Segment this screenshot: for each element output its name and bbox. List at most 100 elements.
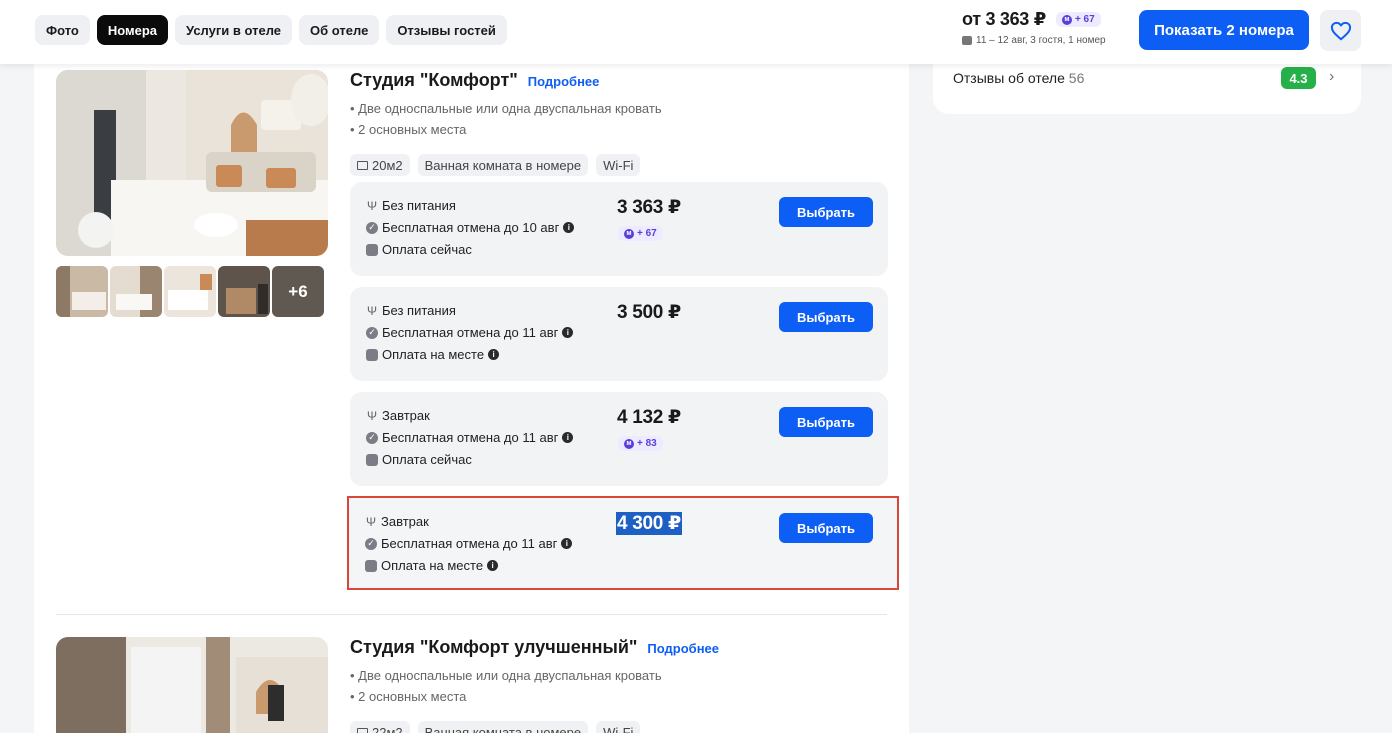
places-info: • 2 основных места xyxy=(350,122,467,137)
room-details-link[interactable]: Подробнее xyxy=(528,74,600,89)
more-photos-count: +6 xyxy=(272,266,324,317)
wallet-icon xyxy=(366,348,378,361)
bed-info: • Две односпальные или одна двуспальная … xyxy=(350,101,662,116)
thumbnail[interactable] xyxy=(110,266,162,317)
room-photo[interactable] xyxy=(56,637,328,733)
tab-about[interactable]: Об отеле xyxy=(299,15,380,45)
payment-text: Оплата сейчас xyxy=(382,242,472,257)
area-icon xyxy=(357,160,368,170)
rooms-panel: +6 Студия "Комфорт" Подробнее • Две одно… xyxy=(34,64,909,733)
meal-text: Без питания xyxy=(382,303,456,318)
tab-reviews[interactable]: Отзывы гостей xyxy=(386,15,507,45)
bonus-badge: м + 67 xyxy=(1055,12,1101,27)
fork-knife-icon: Ψ xyxy=(366,198,378,213)
cancel-text: Бесплатная отмена до 11 авг xyxy=(382,325,559,340)
from-price: от 3 363 ₽ xyxy=(962,9,1046,29)
check-circle-icon: ✓ xyxy=(366,326,378,339)
meal-info: Ψ Завтрак xyxy=(366,408,430,423)
room-photo[interactable] xyxy=(56,70,328,256)
reviews-label: Отзывы об отеле 56 xyxy=(953,70,1084,86)
wallet-icon xyxy=(366,243,378,256)
bonus-icon: м xyxy=(1061,14,1072,25)
calendar-icon xyxy=(962,36,972,45)
room-features: • Две односпальные или одна двуспальная … xyxy=(350,98,662,140)
offer-price: 4 132 ₽ xyxy=(617,407,681,428)
info-icon[interactable]: i xyxy=(487,560,499,571)
thumbnail[interactable] xyxy=(164,266,216,317)
bonus-icon: м xyxy=(624,438,634,449)
room-chips: 20м2 Ванная комната в номере Wi-Fi xyxy=(350,154,641,176)
room-name: Студия "Комфорт" xyxy=(350,70,518,90)
top-bar: Фото Номера Услуги в отеле Об отеле Отзы… xyxy=(0,0,1392,64)
select-button[interactable]: Выбрать xyxy=(779,407,873,437)
bonus-value: + 67 xyxy=(637,228,657,239)
check-circle-icon: ✓ xyxy=(366,431,378,444)
cancel-text: Бесплатная отмена до 10 авг xyxy=(382,220,560,235)
trip-dates: 11 – 12 авг, 3 гостя, 1 номер xyxy=(962,35,1127,46)
wifi-chip: Wi-Fi xyxy=(596,154,641,176)
rate-offer: Ψ Без питания ✓ Бесплатная отмена до 10 ав… xyxy=(350,182,888,276)
rate-offer-highlighted: Ψ Завтрак ✓ Бесплатная отмена до 11 авг i О… xyxy=(347,496,899,590)
room-details-link[interactable]: Подробнее xyxy=(647,641,719,656)
meal-info: Ψ Без питания xyxy=(366,303,456,318)
cancellation-info: ✓ Бесплатная отмена до 10 авг i xyxy=(366,220,575,235)
select-button[interactable]: Выбрать xyxy=(779,513,873,543)
select-button[interactable]: Выбрать xyxy=(779,302,873,332)
reviews-title: Отзывы об отеле xyxy=(953,70,1065,86)
wallet-icon xyxy=(365,559,377,572)
payment-info: Оплата сейчас xyxy=(366,452,472,467)
cancellation-info: ✓ Бесплатная отмена до 11 авг i xyxy=(366,325,574,340)
bonus-value: + 67 xyxy=(1074,14,1095,25)
room-card: +6 Студия "Комфорт" Подробнее • Две одно… xyxy=(56,70,899,610)
check-circle-icon: ✓ xyxy=(365,537,377,550)
reviews-count: 56 xyxy=(1068,70,1085,86)
cancellation-info: ✓ Бесплатная отмена до 11 авг i xyxy=(366,430,574,445)
tab-rooms[interactable]: Номера xyxy=(96,15,169,45)
show-rooms-button[interactable]: Показать 2 номера xyxy=(1139,10,1309,50)
info-icon[interactable]: i xyxy=(488,349,500,360)
chevron-right-icon: › xyxy=(1329,68,1335,85)
info-icon[interactable]: i xyxy=(563,222,575,233)
info-icon[interactable]: i xyxy=(562,327,574,338)
meal-text: Завтрак xyxy=(382,408,430,423)
cancellation-info: ✓ Бесплатная отмена до 11 авг i xyxy=(365,536,573,551)
check-circle-icon: ✓ xyxy=(366,221,378,234)
places-info: • 2 основных места xyxy=(350,689,467,704)
room-title-row: Студия "Комфорт" Подробнее xyxy=(350,70,599,91)
area-chip: 20м2 xyxy=(350,154,410,176)
info-icon[interactable]: i xyxy=(562,432,574,443)
wallet-icon xyxy=(366,453,378,466)
bathroom-chip: Ванная комната в номере xyxy=(417,721,589,733)
bonus-icon: м xyxy=(624,228,634,239)
tab-services[interactable]: Услуги в отеле xyxy=(175,15,293,45)
info-icon[interactable]: i xyxy=(561,538,573,549)
thumbnail[interactable] xyxy=(218,266,270,317)
wifi-chip: Wi-Fi xyxy=(596,721,641,733)
thumbnail[interactable] xyxy=(56,266,108,317)
bonus-value: + 83 xyxy=(637,438,657,449)
cancel-text: Бесплатная отмена до 11 авг xyxy=(381,536,558,551)
room-chips: 22м2 Ванная комната в номере Wi-Fi xyxy=(350,721,641,733)
meal-text: Без питания xyxy=(382,198,456,213)
meal-text: Завтрак xyxy=(381,514,429,529)
trip-dates-text: 11 – 12 авг, 3 гостя, 1 номер xyxy=(976,35,1106,46)
area-chip: 22м2 xyxy=(350,721,410,733)
room-features: • Две односпальные или одна двуспальная … xyxy=(350,665,662,707)
area-value: 22м2 xyxy=(372,724,403,733)
payment-text: Оплата сейчас xyxy=(382,452,472,467)
room-divider xyxy=(56,614,887,615)
select-button[interactable]: Выбрать xyxy=(779,197,873,227)
fork-knife-icon: Ψ xyxy=(365,514,377,529)
payment-info: Оплата на месте i xyxy=(365,558,499,573)
bathroom-chip: Ванная комната в номере xyxy=(417,154,589,176)
favorite-button[interactable] xyxy=(1320,10,1361,51)
tab-photo[interactable]: Фото xyxy=(35,15,90,45)
rate-offer: Ψ Без питания ✓ Бесплатная отмена до 11 ав… xyxy=(350,287,888,381)
area-icon xyxy=(357,727,368,733)
offer-price: 3 500 ₽ xyxy=(617,302,681,323)
rating-badge: 4.3 xyxy=(1281,67,1316,89)
hotel-reviews-link[interactable]: Отзывы об отеле 56 4.3 › xyxy=(933,56,1361,114)
thumbnail-more[interactable]: +6 xyxy=(272,266,324,317)
payment-info: Оплата на месте i xyxy=(366,347,500,362)
fork-knife-icon: Ψ xyxy=(366,303,378,318)
